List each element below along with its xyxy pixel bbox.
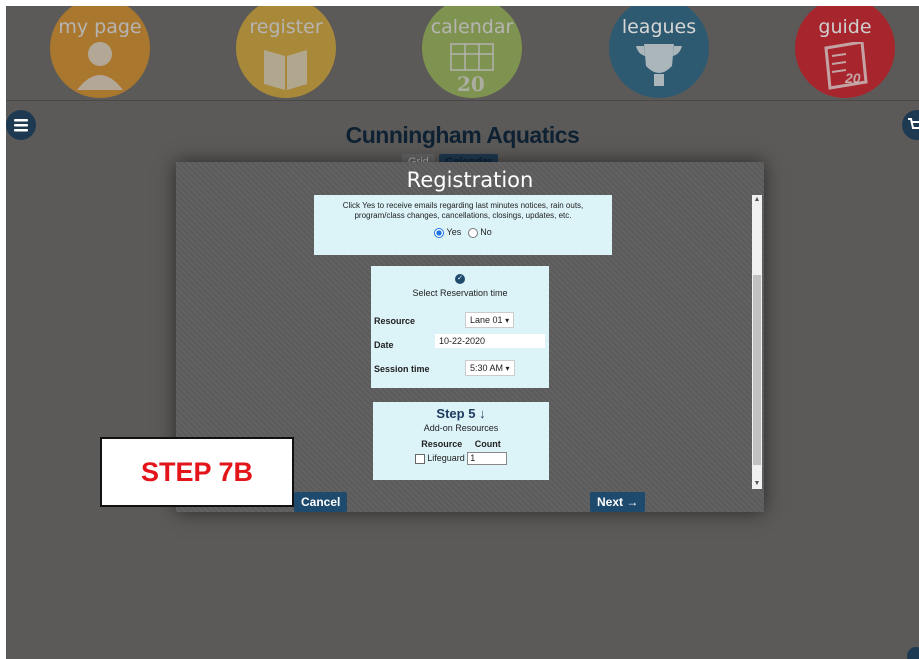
scroll-down-arrow-icon[interactable]: ▼	[752, 479, 762, 489]
step-subtitle: Add-on Resources	[423, 423, 499, 433]
modal-title: Registration	[406, 168, 534, 192]
nav-my-page-label: my page	[58, 16, 142, 38]
arrow-down-icon: ↓	[479, 406, 486, 421]
chevron-down-icon: ▾	[505, 364, 510, 373]
email-opt-in-radios: Yes No	[314, 227, 612, 238]
radio-yes-label: Yes	[446, 227, 462, 237]
radio-no[interactable]	[467, 227, 478, 238]
step-title: Step 5	[436, 406, 476, 421]
resource-label: Resource	[374, 316, 416, 326]
modal-scrollbar[interactable]: ▲ ▼	[752, 195, 762, 489]
reservation-heading: Select Reservation time	[412, 288, 508, 298]
nav-leagues[interactable]: leagues	[609, 6, 709, 98]
book-icon	[264, 50, 307, 90]
step-callout: STEP 7B	[100, 437, 294, 507]
email-notice-text: Click Yes to receive emails regarding la…	[342, 201, 584, 220]
page-background: my page register calendar 20 leagues gui…	[6, 6, 919, 659]
guide-number: 20	[845, 70, 861, 86]
reservation-panel: ✓ Select Reservation time Resource Lane …	[371, 266, 549, 388]
radio-no-label: No	[480, 227, 492, 237]
trophy-icon	[636, 44, 682, 86]
nav-calendar-label: calendar	[430, 16, 514, 38]
date-input[interactable]: 10-22-2020	[435, 334, 545, 348]
lifeguard-checkbox[interactable]	[414, 453, 425, 464]
check-circle-icon: ✓	[455, 274, 465, 284]
nav-guide-label: guide	[818, 16, 872, 38]
lifeguard-count-input[interactable]: 1	[467, 452, 508, 465]
email-notice-panel: Click Yes to receive emails regarding la…	[314, 195, 612, 255]
nav-register-label: register	[249, 16, 323, 38]
session-time-select[interactable]: 5:30 AM ▾	[465, 360, 515, 376]
nav-guide[interactable]: guide 20	[795, 6, 895, 98]
resource-select-value: Lane 01	[470, 315, 503, 325]
column-resource: Resource	[421, 439, 463, 449]
date-label: Date	[374, 340, 394, 350]
nav-calendar[interactable]: calendar 20	[422, 6, 522, 98]
nav-my-page[interactable]: my page	[50, 6, 150, 98]
chevron-down-icon: ▾	[505, 316, 510, 325]
scrollbar-thumb[interactable]	[753, 275, 761, 465]
radio-yes[interactable]	[434, 227, 445, 238]
scroll-top-button[interactable]	[907, 647, 919, 659]
cancel-button[interactable]: Cancel	[294, 492, 348, 512]
site-title: Cunningham Aquatics	[345, 122, 580, 148]
resource-select[interactable]: Lane 01 ▾	[465, 312, 515, 328]
person-icon	[77, 42, 123, 90]
column-count: Count	[474, 439, 501, 449]
session-time-label: Session time	[374, 364, 430, 374]
nav-register[interactable]: register	[236, 6, 336, 98]
nav-divider	[6, 100, 919, 101]
session-time-value: 5:30 AM	[470, 363, 504, 373]
addon-resources-panel: Step 5 ↓ Add-on Resources Resource Count…	[373, 402, 549, 480]
next-button-label: Next	[597, 495, 624, 509]
lifeguard-label: Lifeguard	[427, 452, 465, 463]
scroll-up-arrow-icon[interactable]: ▲	[752, 195, 762, 205]
arrow-right-icon: →	[626, 495, 639, 509]
next-button[interactable]: Next →	[590, 492, 646, 512]
calendar-day-number: 20	[457, 72, 485, 96]
nav-leagues-label: leagues	[621, 16, 697, 38]
